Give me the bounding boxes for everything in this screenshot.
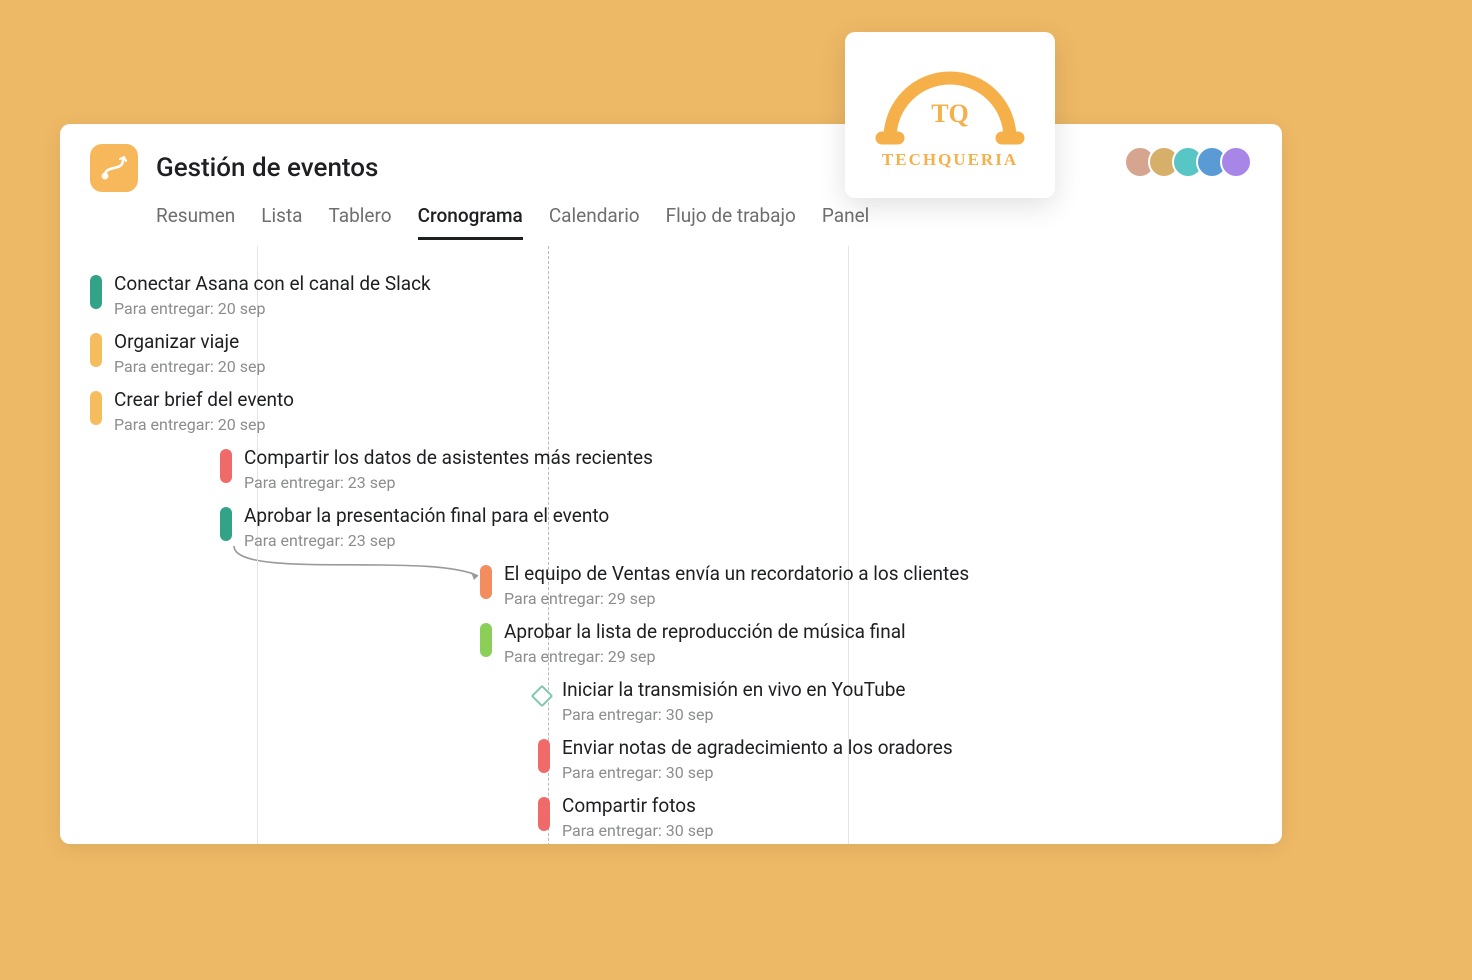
avatar[interactable] <box>1220 146 1252 178</box>
timeline-task[interactable]: Iniciar la transmisión en vivo en YouTub… <box>534 678 905 724</box>
task-text: Organizar viaje Para entregar: 20 sep <box>114 330 265 376</box>
task-title: Aprobar la presentación final para el ev… <box>244 504 609 529</box>
task-title: Compartir fotos <box>562 794 713 819</box>
task-pill <box>480 623 492 657</box>
task-title: Organizar viaje <box>114 330 265 355</box>
task-text: Crear brief del evento Para entregar: 20 … <box>114 388 294 434</box>
tab-flujo-de-trabajo[interactable]: Flujo de trabajo <box>666 204 796 240</box>
header-row: Gestión de eventos <box>90 144 1252 192</box>
task-text: Aprobar la lista de reproducción de músi… <box>504 620 906 666</box>
task-pill <box>90 391 102 425</box>
task-title: Aprobar la lista de reproducción de músi… <box>504 620 906 645</box>
task-text: Iniciar la transmisión en vivo en YouTub… <box>562 678 905 724</box>
task-due: Para entregar: 30 sep <box>562 705 905 724</box>
task-due: Para entregar: 29 sep <box>504 647 906 666</box>
task-text: Conectar Asana con el canal de Slack Para… <box>114 272 431 318</box>
brand-card: TQ TECHQUERIA <box>845 32 1055 198</box>
brand-name: TECHQUERIA <box>870 150 1030 170</box>
timeline-task[interactable]: Compartir fotos Para entregar: 30 sep <box>538 794 713 840</box>
task-title: Conectar Asana con el canal de Slack <box>114 272 431 297</box>
app-window: Gestión de eventos Resumen Lista Tablero Cr… <box>60 124 1282 844</box>
tab-lista[interactable]: Lista <box>261 204 302 240</box>
task-due: Para entregar: 30 sep <box>562 821 713 840</box>
task-due: Para entregar: 23 sep <box>244 531 609 550</box>
timeline-task[interactable]: Conectar Asana con el canal de Slack Para… <box>90 272 431 318</box>
task-pill <box>220 449 232 483</box>
milestone-icon <box>531 685 554 708</box>
timeline-task[interactable]: Compartir los datos de asistentes más re… <box>220 446 653 492</box>
task-text: Aprobar la presentación final para el ev… <box>244 504 609 550</box>
project-title[interactable]: Gestión de eventos <box>156 153 378 183</box>
task-title: Crear brief del evento <box>114 388 294 413</box>
task-text: Compartir fotos Para entregar: 30 sep <box>562 794 713 840</box>
techqueria-logo: TQ <box>870 60 1030 150</box>
timeline-task[interactable]: El equipo de Ventas envía un recordatori… <box>480 562 969 608</box>
task-due: Para entregar: 23 sep <box>244 473 653 492</box>
tab-panel[interactable]: Panel <box>822 204 869 240</box>
timeline-task[interactable]: Organizar viaje Para entregar: 20 sep <box>90 330 265 376</box>
timeline-task[interactable]: Aprobar la lista de reproducción de músi… <box>480 620 906 666</box>
tab-cronograma[interactable]: Cronograma <box>418 204 523 240</box>
avatar-group[interactable] <box>1132 146 1252 178</box>
project-icon[interactable] <box>90 144 138 192</box>
timeline-task[interactable]: Aprobar la presentación final para el ev… <box>220 504 609 550</box>
task-pill <box>538 739 550 773</box>
timeline-task[interactable]: Crear brief del evento Para entregar: 20 … <box>90 388 294 434</box>
header: Gestión de eventos Resumen Lista Tablero Cr… <box>60 124 1282 240</box>
task-due: Para entregar: 30 sep <box>562 763 953 782</box>
task-title: Enviar notas de agradecimiento a los ora… <box>562 736 953 761</box>
task-pill <box>90 333 102 367</box>
timeline-task[interactable]: Enviar notas de agradecimiento a los ora… <box>538 736 953 782</box>
task-pill <box>220 507 232 541</box>
task-due: Para entregar: 29 sep <box>504 589 969 608</box>
tab-resumen[interactable]: Resumen <box>156 204 235 240</box>
tab-tablero[interactable]: Tablero <box>329 204 392 240</box>
task-pill <box>538 797 550 831</box>
tab-calendario[interactable]: Calendario <box>549 204 640 240</box>
task-title: El equipo de Ventas envía un recordatori… <box>504 562 969 587</box>
task-title: Compartir los datos de asistentes más re… <box>244 446 653 471</box>
task-text: El equipo de Ventas envía un recordatori… <box>504 562 969 608</box>
task-due: Para entregar: 20 sep <box>114 415 294 434</box>
task-due: Para entregar: 20 sep <box>114 357 265 376</box>
task-title: Iniciar la transmisión en vivo en YouTub… <box>562 678 905 703</box>
task-pill <box>90 275 102 309</box>
task-pill <box>480 565 492 599</box>
route-icon <box>100 154 128 182</box>
tabs: Resumen Lista Tablero Cronograma Calendario F… <box>156 204 1252 240</box>
timeline-area[interactable]: Conectar Asana con el canal de Slack Para… <box>60 246 1282 844</box>
task-text: Enviar notas de agradecimiento a los ora… <box>562 736 953 782</box>
brand-badge-text: TQ <box>931 99 969 128</box>
task-text: Compartir los datos de asistentes más re… <box>244 446 653 492</box>
task-due: Para entregar: 20 sep <box>114 299 431 318</box>
